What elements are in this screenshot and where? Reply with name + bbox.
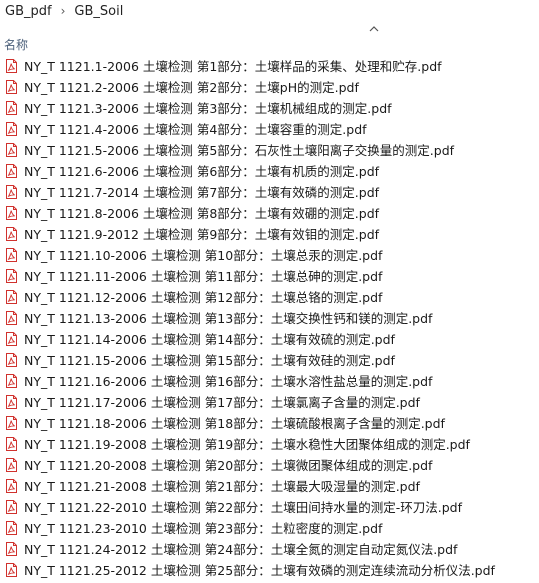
file-row[interactable]: NY_T 1121.10-2006 土壤检测 第10部分：土壤总汞的测定.pdf	[0, 244, 539, 265]
file-name: NY_T 1121.18-2006 土壤检测 第18部分：土壤硫酸根离子含量的测…	[24, 416, 445, 431]
file-row[interactable]: NY_T 1121.6-2006 土壤检测 第6部分：土壤有机质的测定.pdf	[0, 160, 539, 181]
breadcrumb-separator-icon[interactable]: ›	[56, 4, 71, 18]
file-name: NY_T 1121.8-2006 土壤检测 第8部分：土壤有效硼的测定.pdf	[24, 206, 380, 221]
file-row[interactable]: NY_T 1121.1-2006 土壤检测 第1部分：土壤样品的采集、处理和贮存…	[0, 55, 539, 76]
pdf-file-icon	[6, 310, 17, 325]
file-name: NY_T 1121.7-2014 土壤检测 第7部分：土壤有效磷的测定.pdf	[24, 185, 380, 200]
file-row[interactable]: NY_T 1121.20-2008 土壤检测 第20部分：土壤微团聚体组成的测定…	[0, 454, 539, 475]
pdf-file-icon	[6, 499, 17, 514]
pdf-file-icon	[6, 100, 17, 115]
file-row[interactable]: NY_T 1121.2-2006 土壤检测 第2部分：土壤pH的测定.pdf	[0, 76, 539, 97]
file-name: NY_T 1121.23-2010 土壤检测 第23部分：土粒密度的测定.pdf	[24, 521, 383, 536]
pdf-file-icon	[6, 121, 17, 136]
file-row[interactable]: NY_T 1121.7-2014 土壤检测 第7部分：土壤有效磷的测定.pdf	[0, 181, 539, 202]
file-name: NY_T 1121.16-2006 土壤检测 第16部分：土壤水溶性盐总量的测定…	[24, 374, 433, 389]
breadcrumb-item-gb-soil[interactable]: GB_Soil	[70, 4, 127, 19]
file-name: NY_T 1121.17-2006 土壤检测 第17部分：土壤氯离子含量的测定.…	[24, 395, 420, 410]
file-name: NY_T 1121.12-2006 土壤检测 第12部分：土壤总铬的测定.pdf	[24, 290, 383, 305]
file-name: NY_T 1121.2-2006 土壤检测 第2部分：土壤pH的测定.pdf	[24, 80, 359, 95]
pdf-file-icon	[6, 163, 17, 178]
pdf-file-icon	[6, 268, 17, 283]
pdf-file-icon	[6, 478, 17, 493]
file-name: NY_T 1121.5-2006 土壤检测 第5部分：石灰性土壤阳离子交换量的测…	[24, 143, 455, 158]
breadcrumb: GB_pdf › GB_Soil	[0, 0, 539, 22]
file-row[interactable]: NY_T 1121.8-2006 土壤检测 第8部分：土壤有效硼的测定.pdf	[0, 202, 539, 223]
file-row[interactable]: NY_T 1121.18-2006 土壤检测 第18部分：土壤硫酸根离子含量的测…	[0, 412, 539, 433]
file-row[interactable]: NY_T 1121.17-2006 土壤检测 第17部分：土壤氯离子含量的测定.…	[0, 391, 539, 412]
file-list: NY_T 1121.1-2006 土壤检测 第1部分：土壤样品的采集、处理和贮存…	[0, 55, 539, 580]
pdf-file-icon	[6, 436, 17, 451]
pdf-file-icon	[6, 415, 17, 430]
file-name: NY_T 1121.20-2008 土壤检测 第20部分：土壤微团聚体组成的测定…	[24, 458, 433, 473]
column-header-label: 名称	[4, 37, 29, 52]
file-row[interactable]: NY_T 1121.15-2006 土壤检测 第15部分：土壤有效硅的测定.pd…	[0, 349, 539, 370]
file-row[interactable]: NY_T 1121.21-2008 土壤检测 第21部分：土壤最大吸湿量的测定.…	[0, 475, 539, 496]
file-row[interactable]: NY_T 1121.13-2006 土壤检测 第13部分：土壤交换性钙和镁的测定…	[0, 307, 539, 328]
pdf-file-icon	[6, 79, 17, 94]
file-name: NY_T 1121.25-2012 土壤检测 第25部分：土壤有效磷的测定连续流…	[24, 563, 495, 578]
file-row[interactable]: NY_T 1121.14-2006 土壤检测 第14部分：土壤有效硫的测定.pd…	[0, 328, 539, 349]
pdf-file-icon	[6, 247, 17, 262]
chevron-up-icon[interactable]	[367, 22, 381, 36]
file-row[interactable]: NY_T 1121.4-2006 土壤检测 第4部分：土壤容重的测定.pdf	[0, 118, 539, 139]
pdf-file-icon	[6, 520, 17, 535]
file-row[interactable]: NY_T 1121.16-2006 土壤检测 第16部分：土壤水溶性盐总量的测定…	[0, 370, 539, 391]
pdf-file-icon	[6, 142, 17, 157]
file-name: NY_T 1121.13-2006 土壤检测 第13部分：土壤交换性钙和镁的测定…	[24, 311, 433, 326]
file-row[interactable]: NY_T 1121.11-2006 土壤检测 第11部分：土壤总砷的测定.pdf	[0, 265, 539, 286]
pdf-file-icon	[6, 541, 17, 556]
file-name: NY_T 1121.14-2006 土壤检测 第14部分：土壤有效硫的测定.pd…	[24, 332, 395, 347]
file-name: NY_T 1121.6-2006 土壤检测 第6部分：土壤有机质的测定.pdf	[24, 164, 380, 179]
file-row[interactable]: NY_T 1121.3-2006 土壤检测 第3部分：土壤机械组成的测定.pdf	[0, 97, 539, 118]
pdf-file-icon	[6, 58, 17, 73]
pdf-file-icon	[6, 184, 17, 199]
file-name: NY_T 1121.10-2006 土壤检测 第10部分：土壤总汞的测定.pdf	[24, 248, 383, 263]
file-name: NY_T 1121.15-2006 土壤检测 第15部分：土壤有效硅的测定.pd…	[24, 353, 395, 368]
file-name: NY_T 1121.3-2006 土壤检测 第3部分：土壤机械组成的测定.pdf	[24, 101, 392, 116]
file-name: NY_T 1121.22-2010 土壤检测 第22部分：土壤田间持水量的测定-…	[24, 500, 462, 515]
file-name: NY_T 1121.1-2006 土壤检测 第1部分：土壤样品的采集、处理和贮存…	[24, 59, 442, 74]
column-header-name[interactable]: 名称	[0, 35, 539, 53]
pdf-file-icon	[6, 331, 17, 346]
pdf-file-icon	[6, 289, 17, 304]
file-row[interactable]: NY_T 1121.19-2008 土壤检测 第19部分：土壤水稳性大团聚体组成…	[0, 433, 539, 454]
file-name: NY_T 1121.9-2012 土壤检测 第9部分：土壤有效钼的测定.pdf	[24, 227, 380, 242]
file-row[interactable]: NY_T 1121.12-2006 土壤检测 第12部分：土壤总铬的测定.pdf	[0, 286, 539, 307]
file-row[interactable]: NY_T 1121.22-2010 土壤检测 第22部分：土壤田间持水量的测定-…	[0, 496, 539, 517]
file-name: NY_T 1121.21-2008 土壤检测 第21部分：土壤最大吸湿量的测定.…	[24, 479, 420, 494]
file-name: NY_T 1121.24-2012 土壤检测 第24部分：土壤全氮的测定自动定氮…	[24, 542, 458, 557]
file-name: NY_T 1121.4-2006 土壤检测 第4部分：土壤容重的测定.pdf	[24, 122, 367, 137]
file-row[interactable]: NY_T 1121.25-2012 土壤检测 第25部分：土壤有效磷的测定连续流…	[0, 559, 539, 580]
pdf-file-icon	[6, 562, 17, 577]
pdf-file-icon	[6, 457, 17, 472]
file-row[interactable]: NY_T 1121.24-2012 土壤检测 第24部分：土壤全氮的测定自动定氮…	[0, 538, 539, 559]
breadcrumb-item-gb-pdf[interactable]: GB_pdf	[0, 4, 56, 19]
file-row[interactable]: NY_T 1121.9-2012 土壤检测 第9部分：土壤有效钼的测定.pdf	[0, 223, 539, 244]
pdf-file-icon	[6, 205, 17, 220]
file-name: NY_T 1121.19-2008 土壤检测 第19部分：土壤水稳性大团聚体组成…	[24, 437, 470, 452]
pdf-file-icon	[6, 373, 17, 388]
file-row[interactable]: NY_T 1121.23-2010 土壤检测 第23部分：土粒密度的测定.pdf	[0, 517, 539, 538]
pdf-file-icon	[6, 352, 17, 367]
file-row[interactable]: NY_T 1121.5-2006 土壤检测 第5部分：石灰性土壤阳离子交换量的测…	[0, 139, 539, 160]
file-name: NY_T 1121.11-2006 土壤检测 第11部分：土壤总砷的测定.pdf	[24, 269, 383, 284]
pdf-file-icon	[6, 226, 17, 241]
pdf-file-icon	[6, 394, 17, 409]
